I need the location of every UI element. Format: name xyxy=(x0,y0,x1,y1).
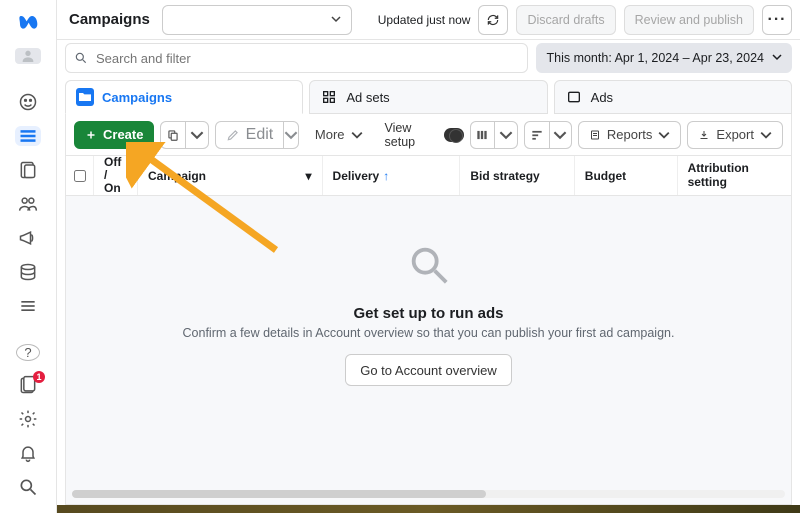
page-title: Campaigns xyxy=(65,11,154,28)
search-icon xyxy=(74,51,88,65)
view-setup-label: View setup xyxy=(385,121,439,149)
select-all-cell[interactable] xyxy=(66,156,94,195)
bell-icon[interactable] xyxy=(15,443,41,463)
account-overview-icon[interactable] xyxy=(15,92,41,112)
level-tabs: Campaigns Ad sets Ads xyxy=(57,76,800,114)
toggle-icon xyxy=(444,128,463,142)
account-dropdown[interactable] xyxy=(162,5,352,35)
pencil-icon xyxy=(226,128,240,142)
refresh-button[interactable] xyxy=(478,5,508,35)
reports-label: Reports xyxy=(607,127,653,142)
edit-button[interactable]: Edit xyxy=(216,122,285,148)
export-label: Export xyxy=(716,127,754,142)
meta-logo[interactable] xyxy=(14,10,42,34)
table-toolbar: Create Edit More View setup xyxy=(65,114,792,156)
go-to-overview-button[interactable]: Go to Account overview xyxy=(345,354,512,386)
tab-campaigns[interactable]: Campaigns xyxy=(65,80,303,114)
breakdown-icon xyxy=(530,128,544,142)
duplicate-button[interactable] xyxy=(161,122,186,148)
download-icon xyxy=(698,129,710,141)
folder-icon xyxy=(76,88,94,106)
sort-asc-icon: ↑ xyxy=(383,169,389,183)
scrollbar-thumb[interactable] xyxy=(72,490,486,498)
horizontal-scrollbar[interactable] xyxy=(72,490,785,498)
view-setup-toggle[interactable]: View setup xyxy=(385,121,464,149)
magnifier-icon xyxy=(406,242,452,293)
create-label: Create xyxy=(103,127,143,142)
caret-down-icon xyxy=(351,129,363,141)
empty-subtitle: Confirm a few details in Account overvie… xyxy=(183,326,675,340)
col-delivery[interactable]: Delivery ↑ xyxy=(323,156,461,195)
date-range-label: This month: Apr 1, 2024 – Apr 23, 2024 xyxy=(546,51,764,65)
ads-reporting-icon[interactable] xyxy=(15,160,41,180)
edit-label: Edit xyxy=(246,126,274,144)
left-nav-rail: ? 1 xyxy=(0,0,56,513)
caret-down-icon xyxy=(331,11,341,29)
settings-icon[interactable] xyxy=(15,409,41,429)
breakdown-button[interactable] xyxy=(525,122,550,148)
columns-segment xyxy=(470,121,518,149)
sync-status: Updated just now xyxy=(378,13,471,27)
search-row: This month: Apr 1, 2024 – Apr 23, 2024 xyxy=(57,40,800,76)
date-range-picker[interactable]: This month: Apr 1, 2024 – Apr 23, 2024 xyxy=(536,43,792,73)
select-all-checkbox[interactable] xyxy=(74,170,86,182)
breakdown-segment xyxy=(524,121,572,149)
plus-icon xyxy=(85,129,97,141)
caret-down-icon xyxy=(760,129,772,141)
all-tools-icon[interactable] xyxy=(15,296,41,316)
caret-down-icon xyxy=(772,51,782,65)
billing-icon[interactable] xyxy=(15,262,41,282)
main-panel: Campaigns Updated just now Discard draft… xyxy=(56,0,800,513)
megaphone-icon[interactable] xyxy=(15,228,41,248)
col-budget[interactable]: Budget xyxy=(575,156,678,195)
tab-label: Campaigns xyxy=(102,90,172,105)
review-publish-button[interactable]: Review and publish xyxy=(624,5,754,35)
table-header: Off / On Campaign ▾ Delivery ↑ Bid strat… xyxy=(65,156,792,196)
more-label: More xyxy=(315,127,345,142)
tab-label: Ad sets xyxy=(346,90,389,105)
notification-badge: 1 xyxy=(33,371,45,383)
avatar[interactable] xyxy=(15,48,41,64)
table-body-empty: Get set up to run ads Confirm a few deta… xyxy=(65,196,792,505)
overflow-menu-button[interactable]: ··· xyxy=(762,5,792,35)
edit-dropdown[interactable] xyxy=(284,122,298,148)
col-attribution[interactable]: Attribution setting xyxy=(678,156,791,195)
discard-drafts-button[interactable]: Discard drafts xyxy=(516,5,615,35)
create-button[interactable]: Create xyxy=(74,121,154,149)
copy-icon xyxy=(166,128,180,142)
campaigns-table-icon[interactable] xyxy=(15,126,41,146)
top-bar: Campaigns Updated just now Discard draft… xyxy=(57,0,800,40)
columns-button[interactable] xyxy=(471,122,496,148)
ad-icon xyxy=(565,88,583,106)
reports-button[interactable]: Reports xyxy=(578,121,682,149)
columns-icon xyxy=(475,128,489,142)
duplicate-segment xyxy=(160,121,208,149)
export-button[interactable]: Export xyxy=(687,121,783,149)
col-campaign[interactable]: Campaign ▾ xyxy=(138,156,323,195)
grid-icon xyxy=(320,88,338,106)
breakdown-dropdown[interactable] xyxy=(550,122,571,148)
notifications-icon[interactable]: 1 xyxy=(15,375,41,395)
audiences-icon[interactable] xyxy=(15,194,41,214)
report-icon xyxy=(589,129,601,141)
edit-segment: Edit xyxy=(215,121,299,149)
caret-down-icon xyxy=(658,129,670,141)
col-bid[interactable]: Bid strategy xyxy=(460,156,574,195)
tab-label: Ads xyxy=(591,90,613,105)
help-button[interactable]: ? xyxy=(16,344,40,361)
search-filter-box[interactable] xyxy=(65,43,528,73)
duplicate-dropdown[interactable] xyxy=(186,122,207,148)
search-input[interactable] xyxy=(96,51,519,66)
tab-adsets[interactable]: Ad sets xyxy=(309,80,547,114)
col-onoff[interactable]: Off / On xyxy=(94,156,138,195)
window-bottom-strip xyxy=(57,505,800,513)
empty-title: Get set up to run ads xyxy=(353,305,503,322)
tab-ads[interactable]: Ads xyxy=(554,80,792,114)
more-menu[interactable]: More xyxy=(305,121,373,149)
columns-dropdown[interactable] xyxy=(495,122,516,148)
search-icon[interactable] xyxy=(15,477,41,497)
